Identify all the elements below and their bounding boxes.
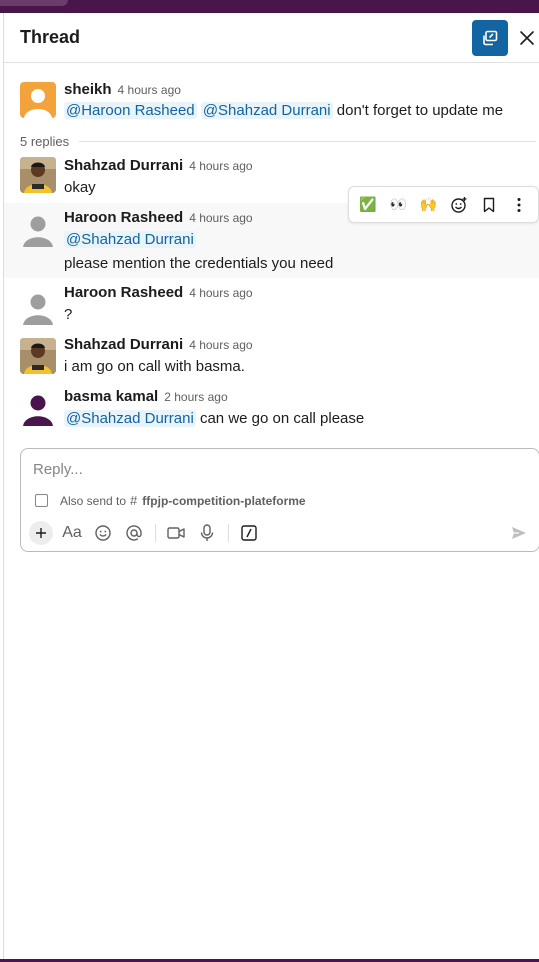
- open-in-new-window-button[interactable]: [472, 20, 508, 56]
- channel-name: ffpjp-competition-plateforme: [142, 493, 306, 508]
- workspace-tab[interactable]: [0, 0, 68, 6]
- popout-icon: [483, 30, 498, 46]
- divider: [228, 524, 229, 542]
- reply-message: basma kamal 2 hours ago @Shahzad Durrani …: [4, 384, 539, 434]
- thread-pane: Thread sheikh 4 hours ago @Haroon Rashee…: [3, 13, 539, 959]
- message-author[interactable]: basma kamal 2 hours ago: [64, 388, 228, 405]
- add-reaction-button[interactable]: [446, 192, 472, 218]
- avatar-shahzad-durrani[interactable]: [20, 157, 56, 193]
- person-avatar-icon: [24, 89, 52, 118]
- avatar-haroon-rasheed[interactable]: [20, 211, 56, 247]
- emoji-button[interactable]: [91, 521, 115, 545]
- message-body: @Haroon Rasheed @Shahzad Durrani don't f…: [64, 102, 503, 119]
- message-text: okay: [64, 179, 96, 196]
- reply-input[interactable]: [33, 459, 523, 479]
- person-avatar-icon: [23, 395, 53, 426]
- also-send-to-channel: Also send to # ffpjp-competition-platefo…: [35, 493, 306, 508]
- author-name[interactable]: Haroon Rasheed: [64, 284, 183, 301]
- author-name[interactable]: Shahzad Durrani: [64, 157, 183, 174]
- message-author[interactable]: Shahzad Durrani 4 hours ago: [64, 336, 253, 353]
- message-timestamp[interactable]: 4 hours ago: [118, 83, 181, 97]
- reply-message: Shahzad Durrani 4 hours ago i am go on ca…: [4, 332, 539, 382]
- user-mention[interactable]: @Haroon Rasheed: [64, 102, 197, 119]
- message-author[interactable]: Shahzad Durrani 4 hours ago: [64, 157, 253, 174]
- author-name[interactable]: Shahzad Durrani: [64, 336, 183, 353]
- message-text: can we go on call please: [199, 410, 365, 427]
- message-author[interactable]: Haroon Rasheed 4 hours ago: [64, 284, 253, 301]
- formatting-icon: Aa: [62, 524, 82, 541]
- user-mention[interactable]: @Shahzad Durrani: [64, 410, 196, 427]
- message-text: please mention the credentials you need: [64, 255, 334, 272]
- microphone-icon: [200, 524, 214, 541]
- message-actions-toolbar: ✅ 👀 🙌: [348, 186, 539, 223]
- channel-hash-icon: #: [130, 493, 138, 508]
- video-clip-button[interactable]: [164, 521, 188, 545]
- bookmark-icon: [483, 197, 494, 212]
- emoji-icon: [95, 525, 111, 541]
- message-author[interactable]: sheikh 4 hours ago: [64, 81, 181, 98]
- more-actions-button[interactable]: [506, 192, 532, 218]
- user-mention[interactable]: @Shahzad Durrani: [200, 102, 333, 119]
- replies-count-row: 5 replies: [20, 132, 536, 150]
- mention-button[interactable]: [122, 521, 146, 545]
- close-icon: [520, 31, 534, 45]
- plus-icon: [36, 528, 46, 538]
- slash-command-icon: [241, 525, 257, 541]
- send-icon: [512, 527, 526, 539]
- message-text: i am go on call with basma.: [64, 358, 245, 375]
- message-mention-line: @Shahzad Durrani: [64, 231, 196, 248]
- message-timestamp[interactable]: 4 hours ago: [189, 286, 252, 300]
- message-text: ?: [64, 306, 73, 323]
- author-name[interactable]: Haroon Rasheed: [64, 209, 183, 226]
- add-reaction-icon: [450, 196, 467, 213]
- also-send-checkbox[interactable]: [35, 494, 48, 507]
- divider: [155, 524, 156, 542]
- user-mention[interactable]: @Shahzad Durrani: [64, 231, 196, 248]
- message-timestamp[interactable]: 2 hours ago: [164, 390, 227, 404]
- video-icon: [167, 527, 185, 539]
- at-icon: [126, 525, 142, 541]
- avatar-basma-kamal[interactable]: [20, 390, 56, 426]
- parent-message: sheikh 4 hours ago @Haroon Rasheed @Shahz…: [4, 75, 539, 125]
- person-avatar-icon: [23, 216, 53, 247]
- send-button[interactable]: [509, 523, 529, 543]
- more-actions-icon: [517, 197, 521, 212]
- avatar-sheikh[interactable]: [20, 82, 56, 118]
- avatar-shahzad-durrani[interactable]: [20, 338, 56, 374]
- reaction-raised-hands-button[interactable]: 🙌: [415, 192, 441, 218]
- replies-count: 5 replies: [20, 133, 70, 149]
- workspace-top-bar: [0, 0, 539, 13]
- save-message-button[interactable]: [476, 192, 502, 218]
- message-author[interactable]: Haroon Rasheed 4 hours ago: [64, 209, 253, 226]
- message-text: don't forget to update me: [336, 102, 504, 119]
- reply-message: Haroon Rasheed 4 hours ago ?: [4, 280, 539, 330]
- composer-toolbar: Aa: [29, 521, 268, 545]
- formatting-button[interactable]: Aa: [60, 521, 84, 545]
- divider: [79, 140, 536, 142]
- reply-composer: Also send to # ffpjp-competition-platefo…: [20, 448, 539, 552]
- reaction-check-button[interactable]: ✅: [355, 192, 381, 218]
- message-body: @Shahzad Durrani can we go on call pleas…: [64, 410, 364, 427]
- also-send-label: Also send to: [60, 493, 127, 508]
- author-name[interactable]: sheikh: [64, 81, 112, 98]
- message-timestamp[interactable]: 4 hours ago: [189, 338, 252, 352]
- photo-avatar-icon: [20, 157, 56, 193]
- photo-avatar-icon: [20, 338, 56, 374]
- attach-button[interactable]: [29, 521, 53, 545]
- thread-title: Thread: [20, 27, 81, 47]
- audio-clip-button[interactable]: [195, 521, 219, 545]
- shortcuts-button[interactable]: [237, 521, 261, 545]
- person-avatar-icon: [23, 294, 53, 325]
- close-thread-button[interactable]: [514, 25, 539, 51]
- author-name[interactable]: basma kamal: [64, 388, 158, 405]
- message-timestamp[interactable]: 4 hours ago: [189, 211, 252, 225]
- thread-header: Thread: [4, 13, 539, 63]
- message-timestamp[interactable]: 4 hours ago: [189, 159, 252, 173]
- reaction-eyes-button[interactable]: 👀: [385, 192, 411, 218]
- avatar-haroon-rasheed[interactable]: [20, 289, 56, 325]
